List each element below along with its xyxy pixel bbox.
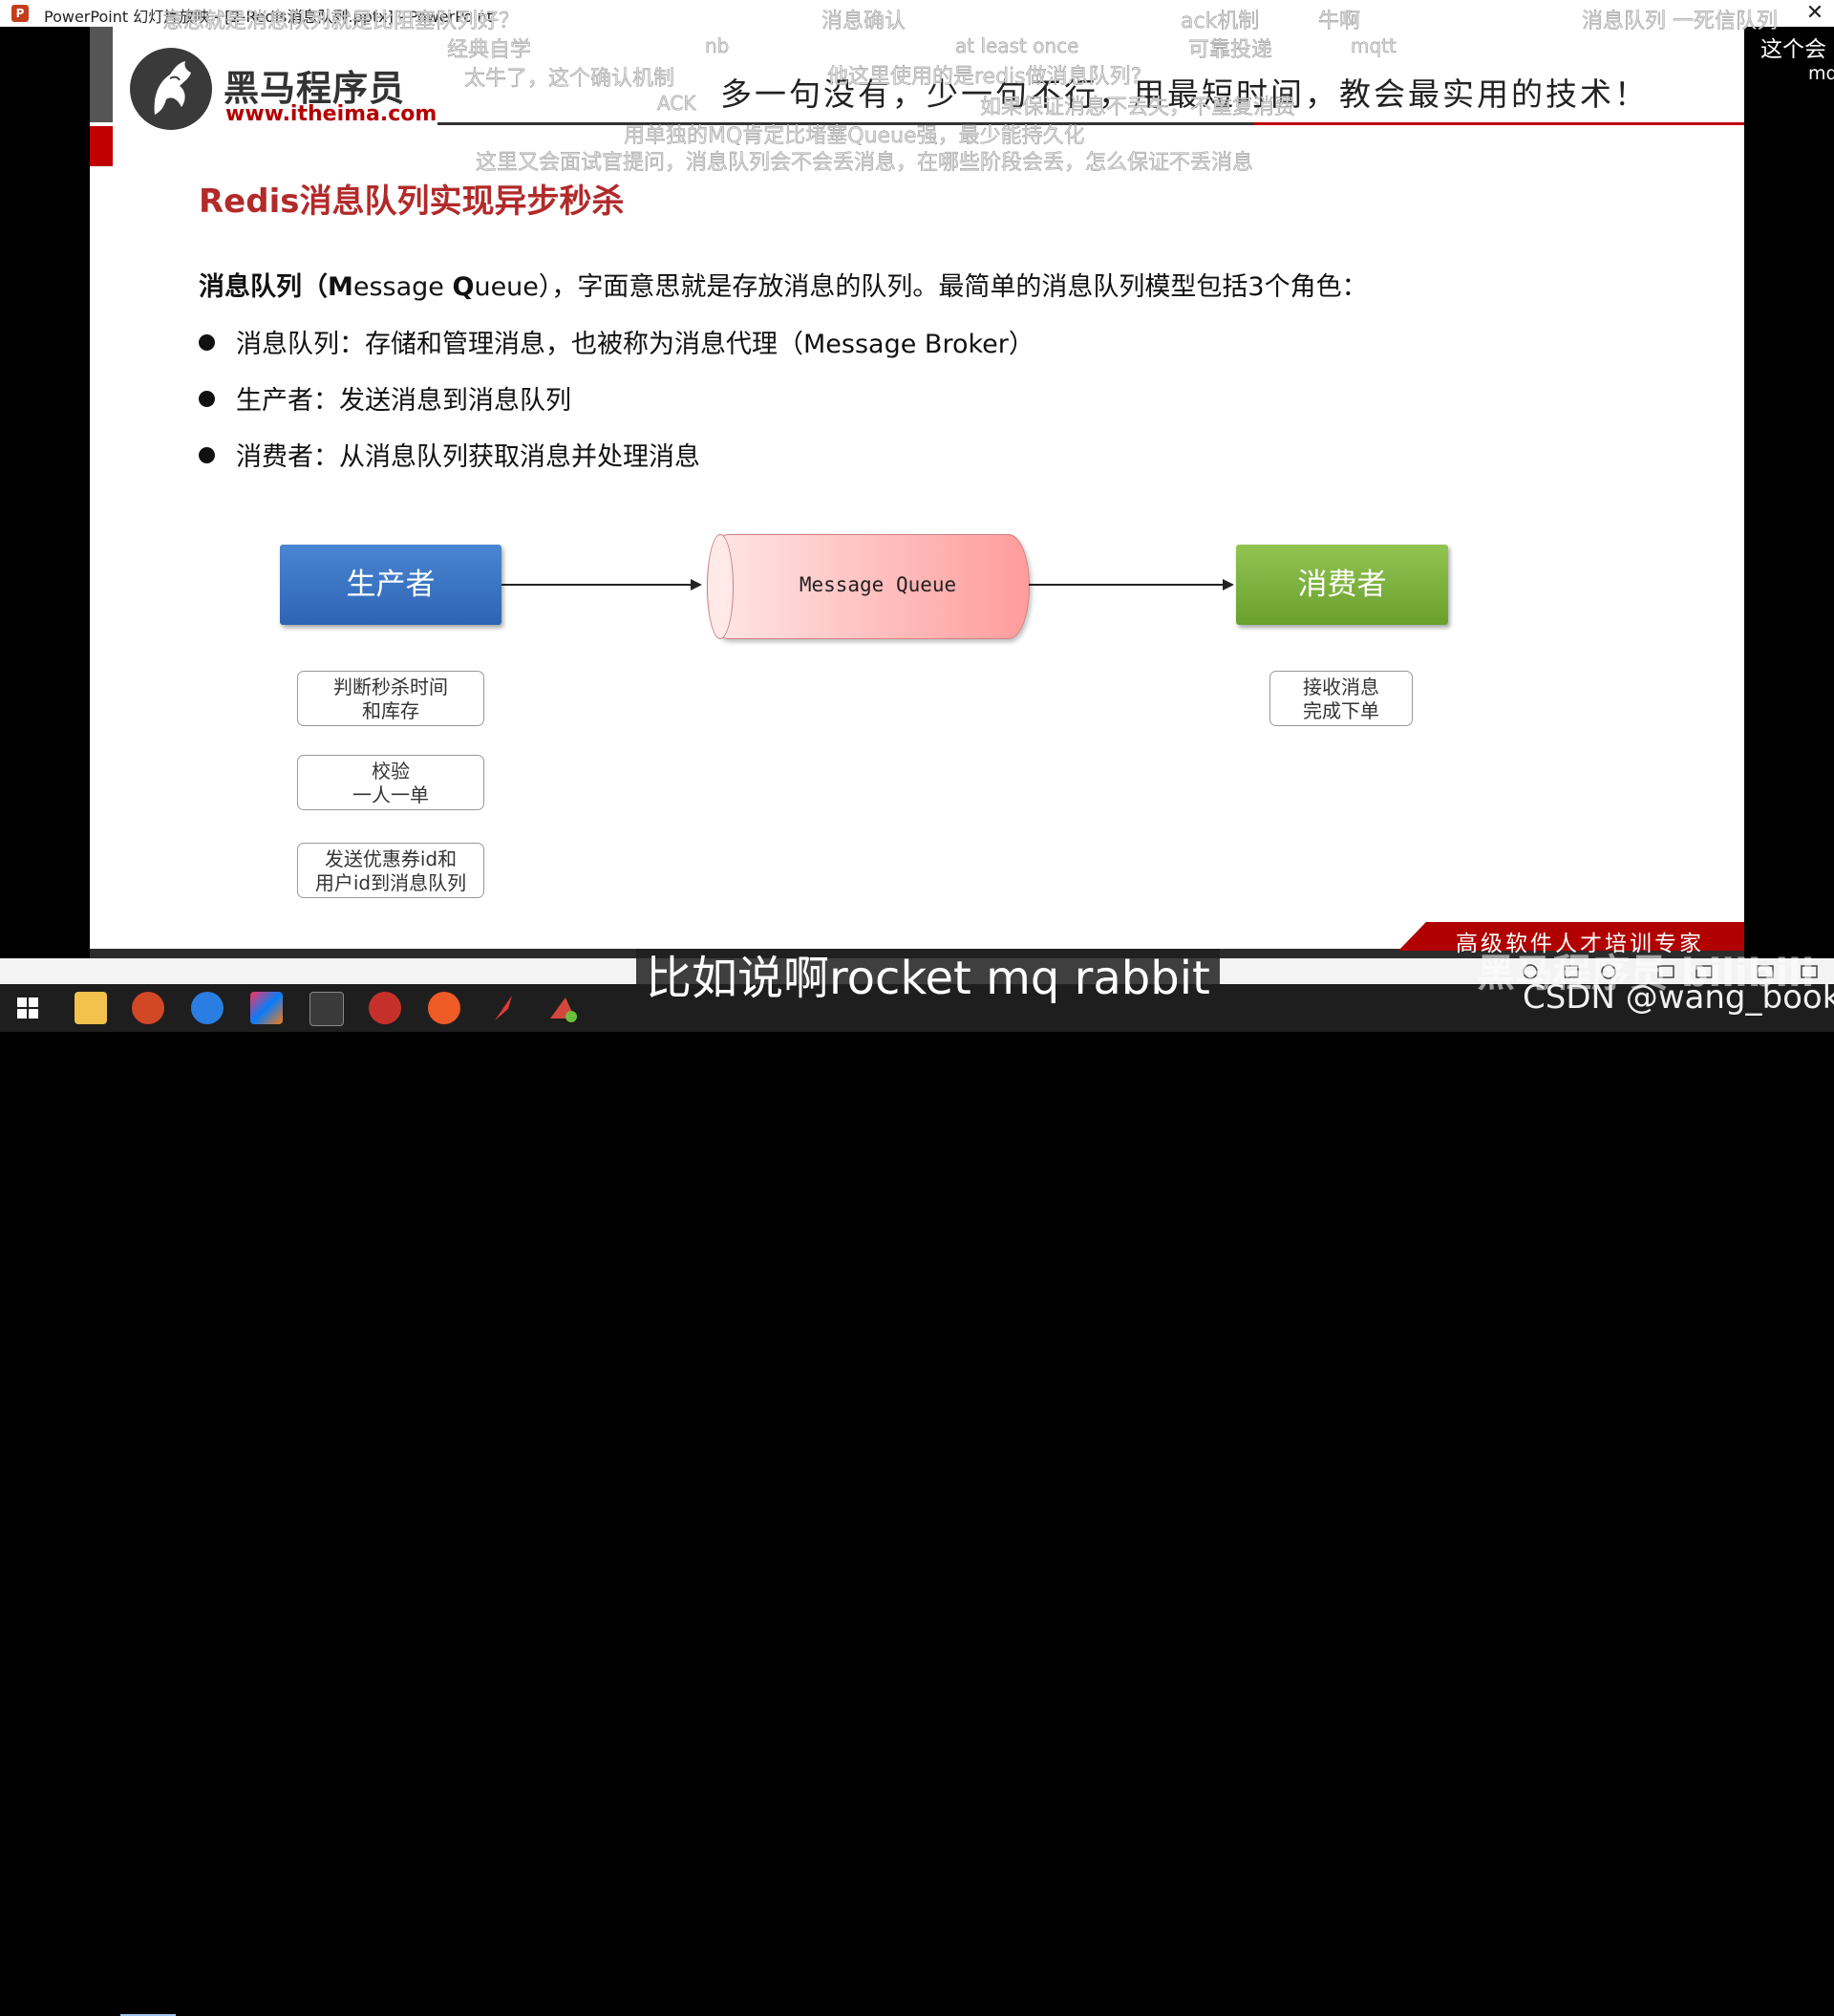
- danmaku-comment: nb: [705, 34, 730, 57]
- note-line: 接收消息: [1303, 676, 1379, 698]
- logo-url: www.itheima.com: [225, 102, 437, 126]
- consumer-block: 消费者: [1236, 545, 1448, 625]
- postman-icon[interactable]: [428, 992, 460, 1024]
- video-subtitle: 比如说啊rocket mq rabbit: [636, 949, 1220, 1008]
- bullet-text: 消费者：从消息队列获取消息并处理消息: [236, 442, 700, 472]
- note-line: 和库存: [362, 699, 419, 722]
- danmaku-comment: 牛啊: [1318, 10, 1361, 33]
- danmaku-comment: mqtt: [1351, 34, 1397, 57]
- bullet-text: 消息队列：存储和管理消息，也被称为消息代理（Message Broker）: [236, 330, 1034, 359]
- bullet-text: 生产者：发送消息到消息队列: [236, 386, 571, 416]
- redis-desktop-icon[interactable]: [369, 992, 401, 1024]
- powerpoint-icon: P: [11, 5, 29, 22]
- side-panel-text: 这个会: [1760, 37, 1826, 62]
- powerpoint-taskbar-icon[interactable]: [132, 992, 164, 1024]
- intro-term: 消息队列（: [199, 272, 328, 302]
- note-line: 一人一单: [352, 783, 429, 806]
- producer-note: 发送优惠券id和 用户id到消息队列: [297, 843, 484, 898]
- bullet-item: 消费者：从消息队列获取消息并处理消息: [199, 436, 700, 473]
- arrow-head-icon: [691, 579, 702, 590]
- slogan-underline-accent: [1254, 122, 1744, 125]
- slide-accent-bar: [90, 126, 113, 166]
- producer-note: 校验 一人一单: [297, 755, 484, 810]
- side-panel-text: mq: [1808, 63, 1834, 84]
- bullet-item: 消息队列：存储和管理消息，也被称为消息代理（Message Broker）: [199, 323, 1034, 360]
- intellij-idea-icon[interactable]: [250, 992, 283, 1024]
- danmaku-comment: 经典自学: [447, 38, 532, 62]
- terminal-icon[interactable]: [309, 992, 344, 1026]
- danmaku-comment: 消息队列 一死信队列: [1582, 10, 1778, 33]
- intro-term-mid: essage: [352, 272, 453, 302]
- bullet-dot-icon: [199, 334, 215, 351]
- note-line: 校验: [372, 760, 410, 783]
- danmaku-comment: ACK: [657, 92, 696, 115]
- intro-term-end: ueue）: [474, 272, 552, 302]
- message-queue-label: Message Queue: [799, 573, 957, 596]
- danmaku-comment: 这里又会面试官提问，消息队列会不会丢消息，在哪些阶段会丢，怎么保证不丢消息: [476, 151, 1254, 175]
- message-queue-cylinder-end: [707, 534, 734, 639]
- csdn-watermark: CSDN @wang_book: [1523, 978, 1834, 1017]
- arrow-queue-to-consumer: [1029, 584, 1224, 586]
- slide-accent-bar: [90, 27, 113, 122]
- horse-logo-icon: [130, 48, 212, 130]
- windows-start-icon[interactable]: [17, 997, 38, 1019]
- intro-paragraph: 消息队列（Message Queue），字面意思就是存放消息的队列。最简单的消息…: [199, 266, 1368, 303]
- close-icon[interactable]: ✕: [1798, 0, 1832, 27]
- producer-block: 生产者: [280, 545, 501, 625]
- danmaku-comment: ack机制: [1181, 10, 1260, 33]
- jmeter-icon[interactable]: [546, 992, 579, 1024]
- bullet-item: 生产者：发送消息到消息队列: [199, 379, 571, 417]
- arrow-head-icon: [1223, 579, 1234, 590]
- note-line: 判断秒杀时间: [333, 676, 448, 698]
- danmaku-comment: at least once: [955, 34, 1079, 57]
- danmaku-comment: 他这里使用的是redis做消息队列?: [827, 65, 1142, 89]
- horse-head-icon: [154, 61, 191, 115]
- consumer-note: 接收消息 完成下单: [1269, 671, 1413, 726]
- note-line: 发送优惠券id和: [324, 847, 458, 870]
- file-explorer-icon[interactable]: [75, 992, 107, 1024]
- danmaku-comment: 可靠投递: [1188, 38, 1273, 62]
- note-line: 用户id到消息队列: [314, 871, 467, 894]
- browser-icon[interactable]: [191, 992, 224, 1024]
- danmaku-comment: 太牛了，这个确认机制: [464, 67, 675, 91]
- intro-term-q: Q: [452, 272, 475, 302]
- intro-rest: ，字面意思就是存放消息的队列。最简单的消息队列模型包括3个角色：: [551, 272, 1368, 302]
- producer-note: 判断秒杀时间 和库存: [297, 671, 484, 726]
- danmaku-comment: 如果保证消息不丢失，不重复消费: [980, 96, 1296, 119]
- bullet-dot-icon: [199, 391, 215, 407]
- arrow-producer-to-queue: [501, 584, 693, 586]
- feather-app-icon[interactable]: [487, 992, 520, 1024]
- note-line: 完成下单: [1303, 699, 1379, 722]
- intro-term-m: M: [328, 272, 353, 302]
- bullet-dot-icon: [199, 447, 215, 463]
- danmaku-comment: 意思就是消息队列就是比阻塞队列好？: [162, 10, 521, 33]
- slide-title: Redis消息队列实现异步秒杀: [199, 182, 625, 221]
- danmaku-comment: 消息确认: [821, 10, 906, 33]
